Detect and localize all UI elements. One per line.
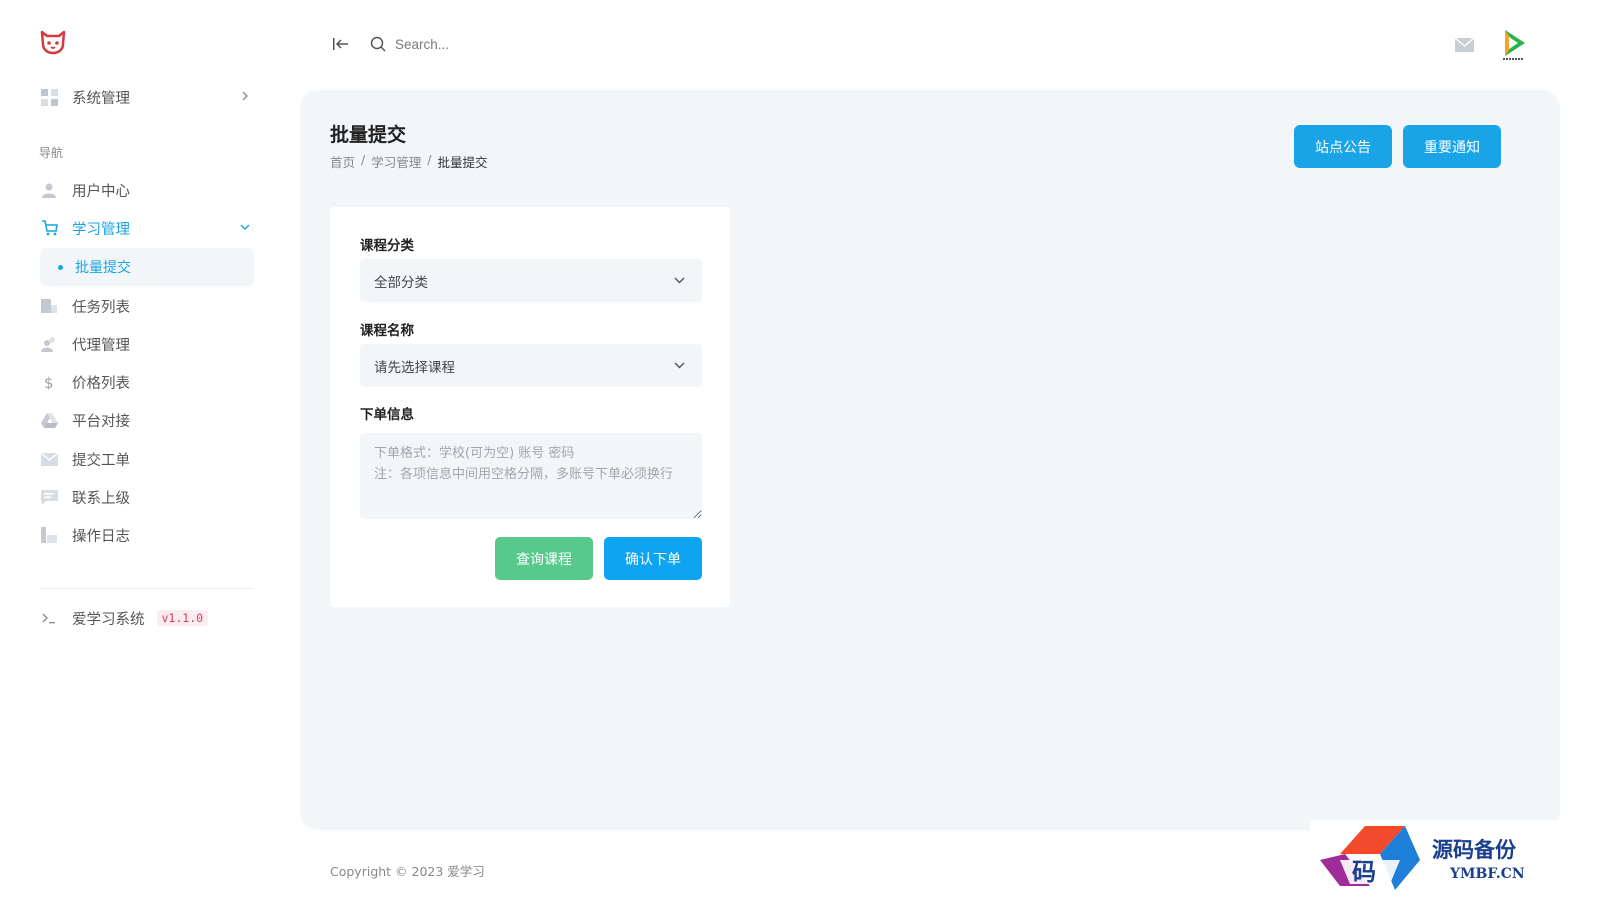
sidebar-item-label: 系统管理: [72, 90, 130, 107]
search-input[interactable]: [395, 32, 655, 56]
watermark-title: 源码备份: [1432, 837, 1517, 862]
category-select[interactable]: 全部分类: [360, 259, 702, 302]
breadcrumb-separator: /: [427, 152, 432, 167]
sidebar-item-system[interactable]: 系统管理: [40, 79, 254, 115]
query-course-button[interactable]: 查询课程: [495, 537, 593, 580]
sidebar-item-ticket[interactable]: 提交工单: [40, 441, 130, 477]
sidebar-item-label: 联系上级: [72, 490, 130, 507]
sidebar-item-label: 用户中心: [72, 183, 130, 200]
sidebar-item-agent[interactable]: 代理管理: [40, 326, 130, 362]
chevron-down-icon: [674, 277, 685, 284]
chevron-down-icon: [674, 362, 685, 369]
course-label: 课程名称: [360, 323, 414, 339]
dollar-icon: $: [40, 373, 58, 391]
site-notice-button[interactable]: 站点公告: [1294, 125, 1392, 168]
breadcrumb-current: 批量提交: [437, 155, 488, 170]
chat-icon: [40, 488, 58, 506]
sidebar-item-log[interactable]: 操作日志: [40, 517, 130, 553]
search-icon: [370, 36, 386, 52]
sidebar-system-info: 爱学习系统 v1.1.0: [40, 600, 209, 636]
cart-icon: [40, 219, 58, 237]
version-badge: v1.1.0: [156, 610, 209, 626]
category-select-value: 全部分类: [374, 274, 428, 291]
course-select-value: 请先选择课程: [374, 359, 455, 376]
course-select[interactable]: 请先选择课程: [360, 344, 702, 387]
order-info-label: 下单信息: [360, 407, 414, 423]
sidebar-item-price[interactable]: $ 价格列表: [40, 364, 130, 400]
category-label: 课程分类: [360, 238, 414, 254]
chevron-right-icon: [242, 91, 248, 101]
sidebar-item-label: 任务列表: [72, 299, 130, 316]
chart-icon: [40, 526, 58, 544]
collapse-sidebar-icon[interactable]: [332, 36, 350, 52]
sidebar-item-study[interactable]: 学习管理: [40, 210, 254, 246]
sidebar-item-platform[interactable]: 平台对接: [40, 402, 130, 438]
breadcrumb-separator: /: [361, 152, 366, 167]
important-notice-button[interactable]: 重要通知: [1403, 125, 1501, 168]
mail-icon: [40, 450, 58, 468]
breadcrumb-home[interactable]: 首页: [330, 152, 355, 171]
logo-icon[interactable]: [39, 28, 67, 56]
page-title: 批量提交: [330, 124, 407, 146]
order-info-textarea[interactable]: [360, 433, 702, 519]
nav-section-label: 导航: [39, 146, 64, 160]
sidebar-item-contact[interactable]: 联系上级: [40, 479, 130, 515]
main-content: 批量提交 首页 / 学习管理 / 批量提交 站点公告 重要通知 课程分类 全部分…: [300, 90, 1560, 830]
grid-icon: [40, 88, 58, 106]
drive-icon: [40, 411, 58, 429]
sidebar-subitem-batch-submit[interactable]: 批量提交: [40, 248, 254, 286]
sidebar-item-task-list[interactable]: 任务列表: [40, 288, 130, 324]
confirm-order-button[interactable]: 确认下单: [604, 537, 702, 580]
sidebar-item-label: 提交工单: [72, 452, 130, 469]
breadcrumb-study[interactable]: 学习管理: [371, 152, 421, 171]
sidebar-divider: [40, 588, 252, 589]
watermark-logo: 码 源码备份 YMBF.CN: [1310, 820, 1600, 900]
sidebar-item-label: 价格列表: [72, 375, 130, 392]
sidebar: 系统管理 导航 用户中心 学习管理 批量提交 任务列表 代理管理 $ 价格列表 …: [0, 0, 290, 900]
avatar[interactable]: [1495, 26, 1531, 62]
topbar: [310, 20, 1560, 68]
chevron-down-icon: [240, 224, 250, 230]
svg-text:$: $: [44, 374, 54, 390]
breadcrumb: 首页 / 学习管理 / 批量提交: [330, 152, 487, 171]
sidebar-subitem-label: 批量提交: [75, 260, 131, 276]
watermark-glyph: 码: [1352, 857, 1376, 886]
watermark-emblem: 码 源码备份 YMBF.CN: [1320, 826, 1525, 890]
sidebar-item-label: 平台对接: [72, 413, 130, 430]
terminal-icon: [40, 609, 58, 627]
users-icon: [40, 335, 58, 353]
notification-mail-icon[interactable]: [1455, 38, 1474, 52]
active-dot: [58, 264, 63, 270]
sidebar-item-user-center[interactable]: 用户中心: [40, 172, 130, 208]
sidebar-item-label: 操作日志: [72, 528, 130, 545]
user-icon: [40, 181, 58, 199]
system-name: 爱学习系统: [72, 611, 145, 628]
list-icon: [40, 297, 58, 315]
watermark-domain: YMBF.CN: [1449, 866, 1525, 882]
sidebar-item-label: 学习管理: [72, 221, 130, 238]
sidebar-item-label: 代理管理: [72, 337, 130, 354]
copyright: Copyright © 2023 爱学习: [330, 864, 485, 879]
batch-submit-form: 课程分类 全部分类 课程名称 请先选择课程 下单信息 查询课程 确认下单: [330, 207, 730, 607]
